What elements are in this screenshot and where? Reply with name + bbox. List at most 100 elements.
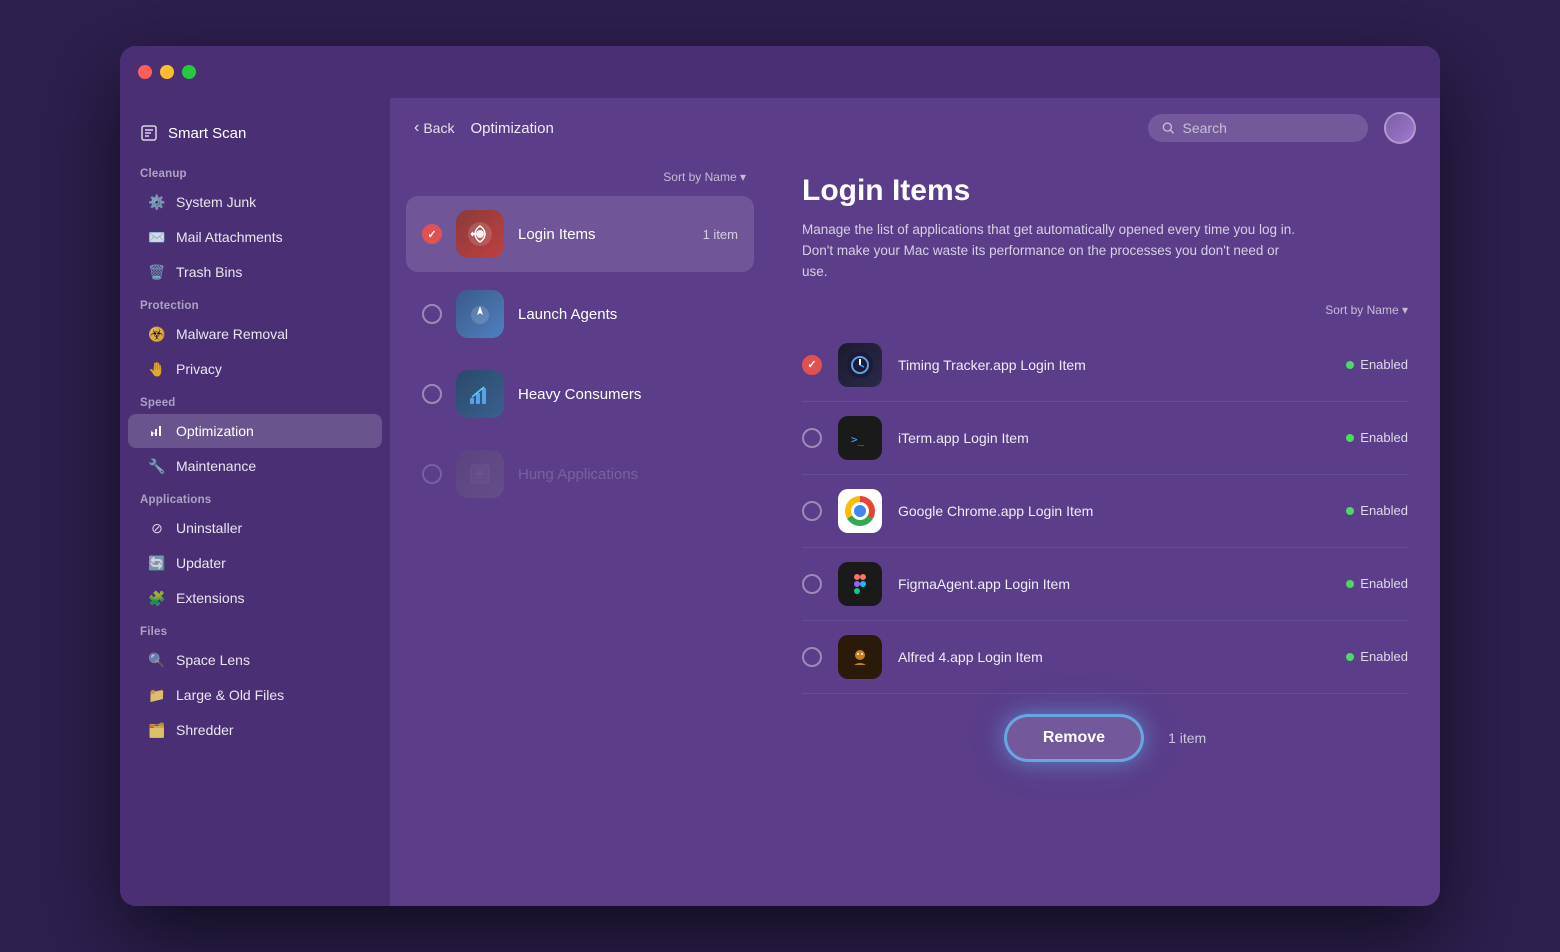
login-item-row-timing: Timing Tracker.app Login Item Enabled [802,329,1408,402]
login-items-count: 1 item [703,227,738,242]
launch-agents-radio[interactable] [422,304,442,324]
sidebar-item-shredder[interactable]: 🗂️ Shredder [128,713,382,747]
scan-item-login-items[interactable]: Login Items 1 item [406,196,754,272]
sort-label: Sort by Name ▾ [663,170,746,184]
scan-item-heavy-consumers[interactable]: Heavy Consumers [406,356,754,432]
hung-applications-icon [456,450,504,498]
chrome-radio[interactable] [802,501,822,521]
detail-description: Manage the list of applications that get… [802,220,1302,283]
login-items-radio[interactable] [422,224,442,244]
sidebar-item-large-old-files[interactable]: 📁 Large & Old Files [128,678,382,712]
sidebar-item-mail-attachments[interactable]: ✉️ Mail Attachments [128,220,382,254]
remove-button[interactable]: Remove [1004,714,1144,762]
sidebar-item-label: Updater [176,555,226,571]
trash-icon: 🗑️ [148,263,166,281]
alfred-status-label: Enabled [1360,649,1408,664]
sidebar-item-space-lens[interactable]: 🔍 Space Lens [128,643,382,677]
heavy-consumers-name: Heavy Consumers [518,386,738,403]
scan-item-launch-agents[interactable]: Launch Agents [406,276,754,352]
sidebar-item-extensions[interactable]: 🧩 Extensions [128,581,382,615]
timing-status-dot [1346,361,1354,369]
sidebar-item-label: Malware Removal [176,326,288,342]
page-title: Optimization [470,120,1132,137]
minimize-button[interactable] [160,65,174,79]
chrome-status: Enabled [1346,503,1408,518]
login-item-row-figma: FigmaAgent.app Login Item Enabled [802,548,1408,621]
launch-agents-name: Launch Agents [518,306,738,323]
alfred-status-dot [1346,653,1354,661]
heavy-consumers-icon [456,370,504,418]
figma-status-label: Enabled [1360,576,1408,591]
sidebar-item-label: Mail Attachments [176,229,283,245]
launch-agents-icon [456,290,504,338]
maintenance-icon: 🔧 [148,457,166,475]
sidebar-item-updater[interactable]: 🔄 Updater [128,546,382,580]
sidebar-item-uninstaller[interactable]: ⊘ Uninstaller [128,511,382,545]
search-input[interactable] [1183,120,1355,136]
sidebar-item-smart-scan[interactable]: Smart Scan [120,114,390,158]
sidebar-item-label: Uninstaller [176,520,242,536]
item-count-label: 1 item [1168,730,1206,746]
figma-status: Enabled [1346,576,1408,591]
smart-scan-label: Smart Scan [168,125,246,142]
figma-radio[interactable] [802,574,822,594]
alfred-label: Alfred 4.app Login Item [898,649,1330,665]
space-lens-icon: 🔍 [148,651,166,669]
speed-section-label: Speed [120,387,390,413]
sidebar-item-system-junk[interactable]: ⚙️ System Junk [128,185,382,219]
sidebar-item-maintenance[interactable]: 🔧 Maintenance [128,449,382,483]
uninstaller-icon: ⊘ [148,519,166,537]
shredder-icon: 🗂️ [148,721,166,739]
right-sort-bar[interactable]: Sort by Name ▾ [802,303,1408,317]
iterm-radio[interactable] [802,428,822,448]
iterm-status: Enabled [1346,430,1408,445]
search-bar[interactable] [1148,114,1368,142]
avatar-button[interactable] [1384,112,1416,144]
hung-applications-radio [422,464,442,484]
hung-applications-name: Hung Applications [518,466,738,483]
scan-item-hung-applications: Hung Applications [406,436,754,512]
sidebar-item-label: Extensions [176,590,244,606]
cleanup-section-label: Cleanup [120,158,390,184]
close-button[interactable] [138,65,152,79]
timing-radio[interactable] [802,355,822,375]
right-panel: Login Items Manage the list of applicati… [770,158,1440,906]
iterm-label: iTerm.app Login Item [898,430,1330,446]
sidebar-item-trash-bins[interactable]: 🗑️ Trash Bins [128,255,382,289]
search-icon [1162,121,1175,135]
split-content: Sort by Name ▾ [390,158,1440,906]
sidebar-item-malware-removal[interactable]: ☣️ Malware Removal [128,317,382,351]
figma-label: FigmaAgent.app Login Item [898,576,1330,592]
extensions-icon: 🧩 [148,589,166,607]
alfred-status: Enabled [1346,649,1408,664]
back-button[interactable]: ‹ Back [414,119,454,137]
main-layout: Smart Scan Cleanup ⚙️ System Junk ✉️ Mai… [120,98,1440,906]
back-label: Back [423,120,454,136]
svg-text:>_: >_ [851,433,865,446]
privacy-icon: 🤚 [148,360,166,378]
login-items-name: Login Items [518,226,689,243]
heavy-consumers-radio[interactable] [422,384,442,404]
login-item-row-alfred: Alfred 4.app Login Item Enabled [802,621,1408,694]
timing-status: Enabled [1346,357,1408,372]
protection-section-label: Protection [120,290,390,316]
timing-app-icon [838,343,882,387]
sidebar-item-label: System Junk [176,194,256,210]
main-window: Smart Scan Cleanup ⚙️ System Junk ✉️ Mai… [120,46,1440,906]
titlebar [120,46,1440,98]
alfred-radio[interactable] [802,647,822,667]
sidebar-item-label: Space Lens [176,652,250,668]
mail-icon: ✉️ [148,228,166,246]
files-section-label: Files [120,616,390,642]
iterm-status-label: Enabled [1360,430,1408,445]
sidebar-item-label: Maintenance [176,458,256,474]
content-area: ‹ Back Optimization Sort [390,98,1440,906]
sidebar-item-optimization[interactable]: Optimization [128,414,382,448]
chrome-label: Google Chrome.app Login Item [898,503,1330,519]
sidebar-item-label: Privacy [176,361,222,377]
left-sort-bar[interactable]: Sort by Name ▾ [406,166,754,192]
content-header: ‹ Back Optimization [390,98,1440,158]
sidebar-item-label: Optimization [176,423,254,439]
maximize-button[interactable] [182,65,196,79]
sidebar-item-privacy[interactable]: 🤚 Privacy [128,352,382,386]
